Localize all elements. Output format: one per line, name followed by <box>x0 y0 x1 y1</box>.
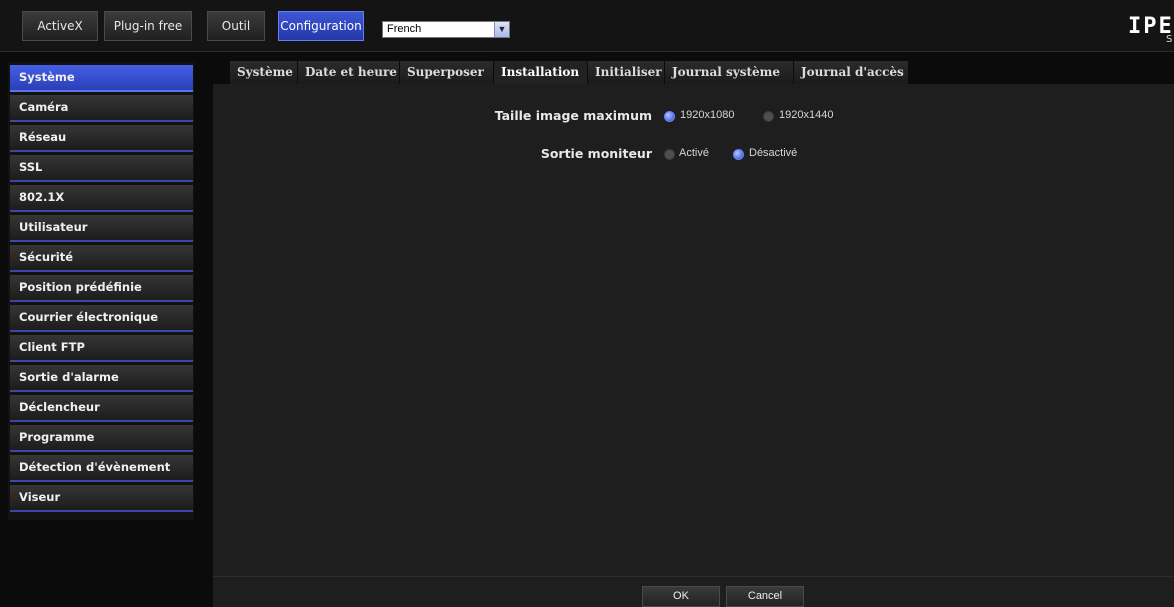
language-selected-value: French <box>387 23 422 35</box>
sidebar-item-ssl[interactable]: SSL <box>10 155 193 182</box>
sidebar-item-viseur[interactable]: Viseur <box>10 485 193 512</box>
sidebar-item-client-ftp[interactable]: Client FTP <box>10 335 193 362</box>
radio-1920x1080-label[interactable]: 1920x1080 <box>680 109 734 121</box>
radio-desactive-label[interactable]: Désactivé <box>749 147 797 159</box>
radio-active[interactable] <box>664 149 675 160</box>
sidebar-item-declencheur[interactable]: Déclencheur <box>10 395 193 422</box>
sidebar-item-position-predefinie[interactable]: Position prédéfinie <box>10 275 193 302</box>
top-bar: ActiveX Plug-in free Outil Configuration… <box>0 0 1174 52</box>
settings-panel <box>213 84 1174 607</box>
sidebar-item-8021x[interactable]: 802.1X <box>10 185 193 212</box>
activex-button[interactable]: ActiveX <box>22 11 98 41</box>
tab-initialiser[interactable]: Initialiser <box>588 61 665 84</box>
sidebar: Système Caméra Réseau SSL 802.1X Utilisa… <box>8 62 194 520</box>
tab-journal-systeme[interactable]: Journal système <box>665 61 794 84</box>
sidebar-item-systeme[interactable]: Système <box>10 65 193 92</box>
cancel-button[interactable]: Cancel <box>726 586 804 607</box>
tab-systeme[interactable]: Système <box>230 61 298 84</box>
tab-date-et-heure[interactable]: Date et heure <box>298 61 400 84</box>
plugin-free-button[interactable]: Plug-in free <box>104 11 192 41</box>
sidebar-item-sortie-alarme[interactable]: Sortie d'alarme <box>10 365 193 392</box>
radio-1920x1440[interactable] <box>763 111 774 122</box>
radio-desactive[interactable] <box>733 149 744 160</box>
sidebar-item-detection-evenement[interactable]: Détection d'évènement <box>10 455 193 482</box>
sidebar-item-programme[interactable]: Programme <box>10 425 193 452</box>
monitor-output-label: Sortie moniteur <box>540 146 652 161</box>
outil-button[interactable]: Outil <box>207 11 265 41</box>
footer-divider <box>213 576 1174 577</box>
sidebar-item-utilisateur[interactable]: Utilisateur <box>10 215 193 242</box>
chevron-down-icon[interactable]: ▼ <box>494 22 509 37</box>
sidebar-item-reseau[interactable]: Réseau <box>10 125 193 152</box>
tab-superposer[interactable]: Superposer <box>400 61 494 84</box>
sidebar-item-securite[interactable]: Sécurité <box>10 245 193 272</box>
radio-1920x1080[interactable] <box>664 111 675 122</box>
sidebar-item-courrier-electronique[interactable]: Courrier électronique <box>10 305 193 332</box>
configuration-button[interactable]: Configuration <box>278 11 364 41</box>
brand-logo-sub: S <box>1166 34 1173 45</box>
radio-active-label[interactable]: Activé <box>679 147 709 159</box>
tab-journal-acces[interactable]: Journal d'accès <box>794 61 909 84</box>
max-image-size-label: Taille image maximum <box>494 108 652 123</box>
language-select[interactable]: French ▼ <box>382 21 510 38</box>
ok-button[interactable]: OK <box>642 586 720 607</box>
sidebar-item-camera[interactable]: Caméra <box>10 95 193 122</box>
tab-installation[interactable]: Installation <box>494 61 588 84</box>
radio-1920x1440-label[interactable]: 1920x1440 <box>779 109 833 121</box>
